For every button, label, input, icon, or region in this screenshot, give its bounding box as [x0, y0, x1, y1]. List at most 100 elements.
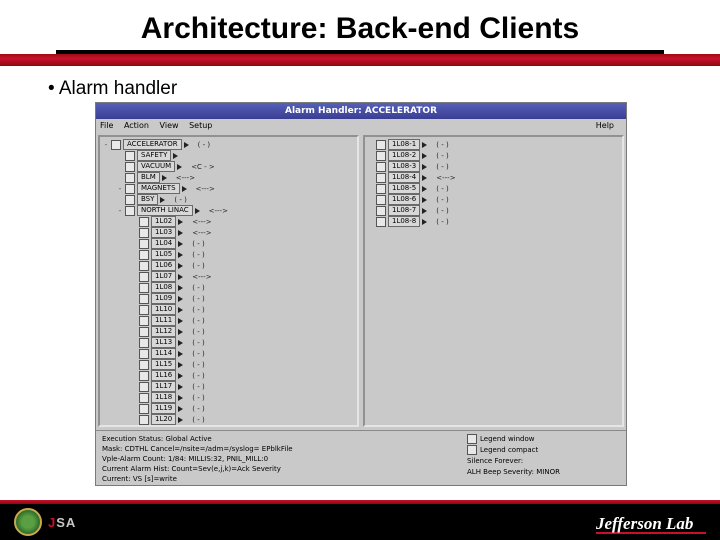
tree-row[interactable]: 1L15( - )	[131, 359, 354, 370]
node-label[interactable]: ACCELERATOR	[123, 139, 182, 150]
node-label[interactable]: 1L06	[151, 260, 176, 271]
expand-toggle[interactable]: -	[117, 206, 123, 215]
node-label[interactable]: SAFETY	[137, 150, 171, 161]
tree-row[interactable]: 1L16( - )	[131, 370, 354, 381]
tree-row[interactable]: SAFETY	[117, 150, 354, 161]
tree-row[interactable]: 1L18( - )	[131, 392, 354, 403]
ack-checkbox[interactable]	[139, 382, 149, 392]
ack-checkbox[interactable]	[139, 283, 149, 293]
node-label[interactable]: 1L07	[151, 271, 176, 282]
tree-row[interactable]: 1L12( - )	[131, 326, 354, 337]
ack-checkbox[interactable]	[376, 173, 386, 183]
expand-toggle[interactable]: -	[117, 426, 123, 427]
ack-checkbox[interactable]	[139, 338, 149, 348]
ack-checkbox[interactable]	[139, 250, 149, 260]
tree-row[interactable]: 1L19( - )	[131, 403, 354, 414]
node-label[interactable]: 1L20	[151, 414, 176, 425]
ack-checkbox[interactable]	[376, 217, 386, 227]
node-label[interactable]: MAGNETS	[137, 183, 180, 194]
node-label[interactable]: 1L11	[151, 315, 176, 326]
node-label[interactable]: 1L05	[151, 249, 176, 260]
tree-row[interactable]: 1L05( - )	[131, 249, 354, 260]
ack-checkbox[interactable]	[376, 184, 386, 194]
node-label[interactable]: SOUTH LINAC	[137, 425, 193, 427]
tree-row[interactable]: 1L08-8( - )	[368, 216, 619, 227]
ack-checkbox[interactable]	[125, 426, 135, 428]
menu-action[interactable]: Action	[124, 121, 149, 130]
tree-row[interactable]: 1L08-6( - )	[368, 194, 619, 205]
ack-checkbox[interactable]	[139, 360, 149, 370]
ack-checkbox[interactable]	[139, 415, 149, 425]
ack-checkbox[interactable]	[376, 140, 386, 150]
node-label[interactable]: 1L08-5	[388, 183, 420, 194]
tree-row[interactable]: 1L10( - )	[131, 304, 354, 315]
tree-row[interactable]: 1L08-4<--->	[368, 172, 619, 183]
tree-row[interactable]: 1L11( - )	[131, 315, 354, 326]
tree-row[interactable]: 1L20( - )	[131, 414, 354, 425]
node-label[interactable]: 1L08-6	[388, 194, 420, 205]
ack-checkbox[interactable]	[125, 173, 135, 183]
node-label[interactable]: 1L10	[151, 304, 176, 315]
node-label[interactable]: 1L14	[151, 348, 176, 359]
node-label[interactable]: 1L09	[151, 293, 176, 304]
tree-row[interactable]: 1L02<--->	[131, 216, 354, 227]
menu-file[interactable]: File	[100, 121, 113, 130]
node-label[interactable]: BSY	[137, 194, 158, 205]
ack-checkbox[interactable]	[139, 316, 149, 326]
node-label[interactable]: 1L08-3	[388, 161, 420, 172]
node-label[interactable]: 1L02	[151, 216, 176, 227]
node-label[interactable]: 1L08-4	[388, 172, 420, 183]
tree-row[interactable]: 1L17( - )	[131, 381, 354, 392]
tree-row[interactable]: 1L08-2( - )	[368, 150, 619, 161]
tree-row[interactable]: 1L04( - )	[131, 238, 354, 249]
node-label[interactable]: 1L18	[151, 392, 176, 403]
ack-checkbox[interactable]	[125, 162, 135, 172]
node-label[interactable]: 1L15	[151, 359, 176, 370]
tree-pane[interactable]: -ACCELERATOR( - ) SAFETY VACUUM<C - > BL…	[98, 135, 359, 427]
node-label[interactable]: NORTH LINAC	[137, 205, 193, 216]
ack-checkbox[interactable]	[139, 393, 149, 403]
tree-row[interactable]: VACUUM<C - >	[117, 161, 354, 172]
node-label[interactable]: 1L19	[151, 403, 176, 414]
ack-checkbox[interactable]	[111, 140, 121, 150]
node-label[interactable]: 1L12	[151, 326, 176, 337]
node-label[interactable]: 1L03	[151, 227, 176, 238]
ack-checkbox[interactable]	[125, 184, 135, 194]
node-label[interactable]: 1L08	[151, 282, 176, 293]
tree-row[interactable]: -SOUTH LINAC<--->	[117, 425, 354, 427]
tree-row[interactable]: 1L06( - )	[131, 260, 354, 271]
node-label[interactable]: 1L17	[151, 381, 176, 392]
tree-row[interactable]: BLM<--->	[117, 172, 354, 183]
node-label[interactable]: 1L08-7	[388, 205, 420, 216]
tree-row[interactable]: 1L08-1( - )	[368, 139, 619, 150]
ack-checkbox[interactable]	[139, 371, 149, 381]
ack-checkbox[interactable]	[139, 261, 149, 271]
tree-row[interactable]: 1L13( - )	[131, 337, 354, 348]
tree-row[interactable]: -ACCELERATOR( - )	[103, 139, 354, 150]
tree-row[interactable]: 1L09( - )	[131, 293, 354, 304]
ack-checkbox[interactable]	[139, 404, 149, 414]
tree-row[interactable]: 1L14( - )	[131, 348, 354, 359]
menu-view[interactable]: View	[160, 121, 179, 130]
ack-checkbox[interactable]	[139, 228, 149, 238]
menu-setup[interactable]: Setup	[189, 121, 212, 130]
ack-checkbox[interactable]	[376, 162, 386, 172]
ack-checkbox[interactable]	[139, 305, 149, 315]
node-label[interactable]: 1L08-1	[388, 139, 420, 150]
tree-row[interactable]: 1L08-3( - )	[368, 161, 619, 172]
expand-toggle[interactable]: -	[117, 184, 123, 193]
tree-row[interactable]: 1L08-5( - )	[368, 183, 619, 194]
node-label[interactable]: 1L08-2	[388, 150, 420, 161]
ack-checkbox[interactable]	[139, 294, 149, 304]
legend-compact-checkbox[interactable]	[467, 445, 477, 455]
node-label[interactable]: 1L16	[151, 370, 176, 381]
ack-checkbox[interactable]	[139, 327, 149, 337]
ack-checkbox[interactable]	[139, 217, 149, 227]
tree-row[interactable]: 1L07<--->	[131, 271, 354, 282]
ack-checkbox[interactable]	[125, 151, 135, 161]
ack-checkbox[interactable]	[125, 206, 135, 216]
tree-row[interactable]: 1L08( - )	[131, 282, 354, 293]
tree-row[interactable]: -NORTH LINAC<--->	[117, 205, 354, 216]
tree-row[interactable]: 1L08-7( - )	[368, 205, 619, 216]
node-label[interactable]: BLM	[137, 172, 160, 183]
